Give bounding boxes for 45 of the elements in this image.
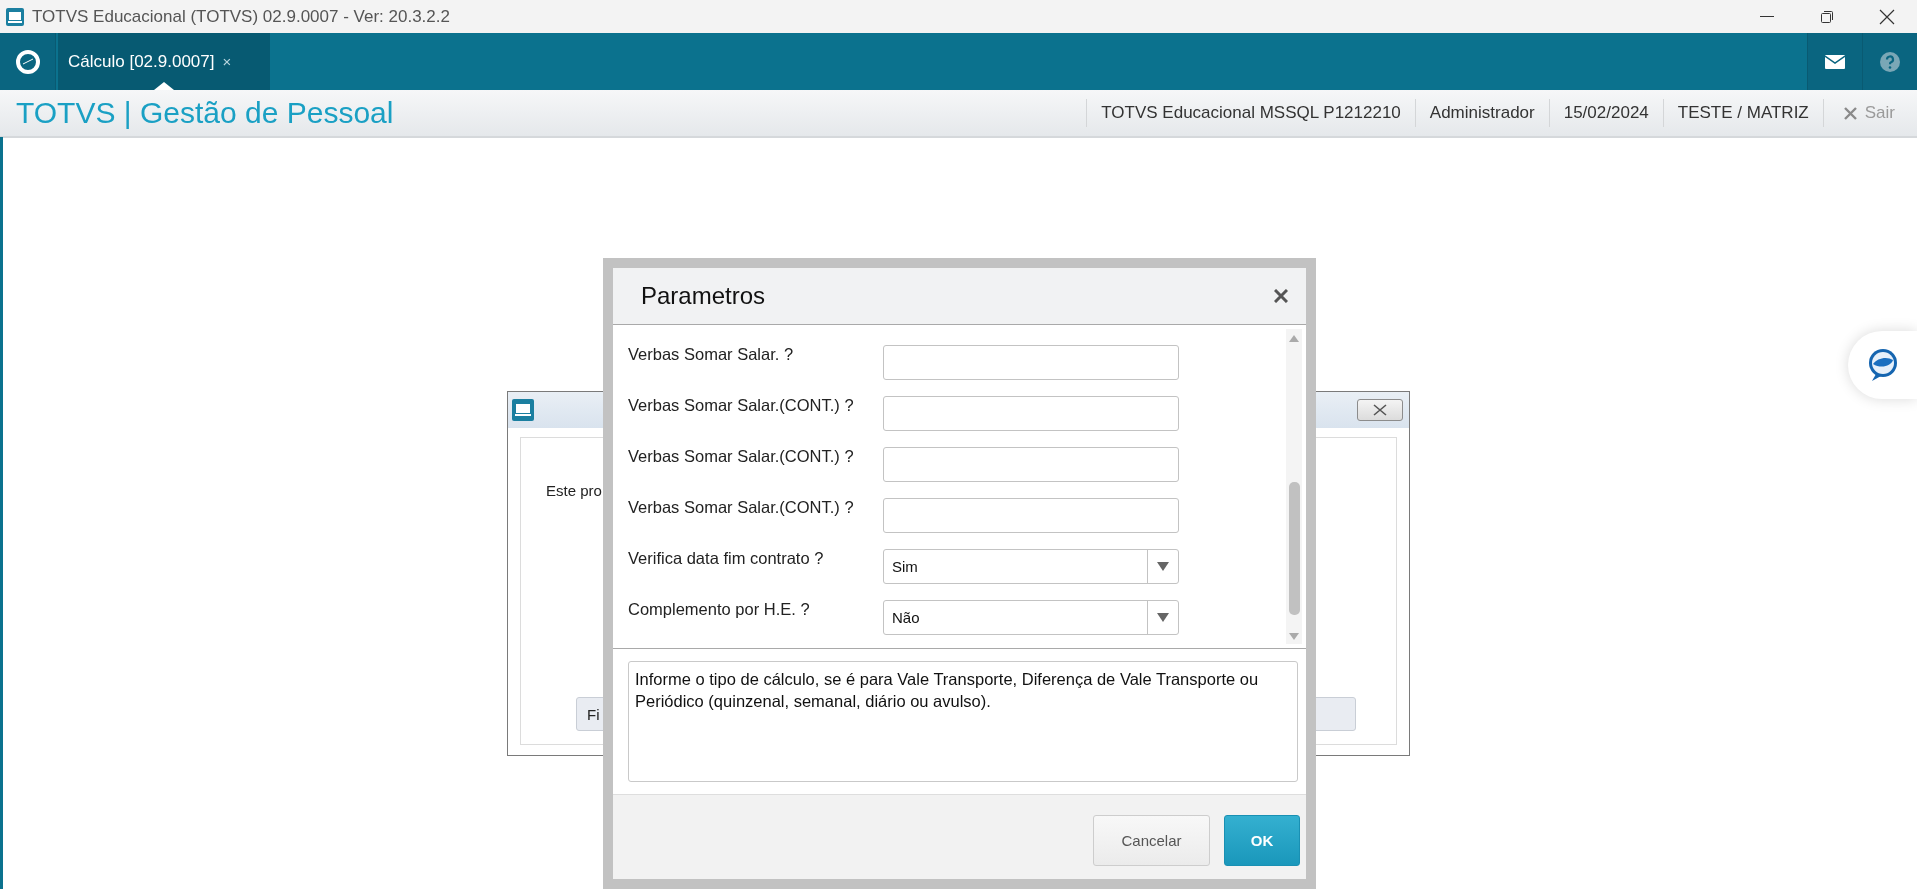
close-button[interactable] bbox=[1357, 399, 1403, 421]
dialog-title: Parametros bbox=[641, 282, 766, 310]
dialog-text: Este pro bbox=[546, 482, 602, 499]
mail-button[interactable] bbox=[1807, 33, 1862, 90]
field-label: Verbas Somar Salar. ? bbox=[628, 345, 795, 364]
laptop-icon bbox=[512, 399, 534, 421]
envelope-icon bbox=[1825, 54, 1845, 69]
close-icon bbox=[1843, 106, 1857, 120]
scroll-up-icon[interactable] bbox=[1289, 335, 1299, 342]
logo-button[interactable] bbox=[0, 33, 56, 90]
field-label: Verifica data fim contrato ? bbox=[628, 549, 825, 568]
window-title: TOTVS Educacional (TOTVS) 02.9.0007 - Ver: 20.3.2.2 bbox=[32, 6, 451, 27]
field-label: Verbas Somar Salar.(CONT.) ? bbox=[628, 498, 855, 517]
restore-icon bbox=[1820, 9, 1834, 24]
chat-bubble-icon bbox=[1866, 348, 1899, 382]
scrollbar[interactable] bbox=[1286, 329, 1302, 644]
logo-icon bbox=[15, 49, 40, 74]
header-info: 15/02/2024 bbox=[1548, 99, 1663, 127]
help-icon bbox=[1880, 51, 1900, 72]
close-icon bbox=[1879, 8, 1895, 25]
close-icon bbox=[1274, 289, 1288, 303]
scroll-down-icon[interactable] bbox=[1289, 633, 1299, 640]
header-info: TESTE / MATRIZ bbox=[1662, 99, 1823, 127]
caret-icon bbox=[1157, 562, 1169, 571]
header-info: Administrador bbox=[1414, 99, 1549, 127]
chat-button[interactable] bbox=[1848, 331, 1917, 399]
input-field[interactable] bbox=[883, 345, 1179, 380]
dropdown[interactable]: Não bbox=[883, 600, 1179, 635]
tab[interactable]: Cálculo [02.9.0007] × bbox=[58, 33, 270, 90]
close-icon bbox=[1373, 404, 1387, 416]
field-label: Complemento por H.E. ? bbox=[628, 600, 811, 619]
input-field[interactable] bbox=[883, 396, 1179, 431]
cancel-button[interactable]: Cancelar bbox=[1093, 815, 1210, 866]
close-button[interactable] bbox=[1274, 289, 1288, 303]
input-field[interactable] bbox=[883, 498, 1179, 533]
caret-icon bbox=[1157, 613, 1169, 622]
help-text: Informe o tipo de cálculo, se é para Vale Transporte, Diferença de Vale Transporte ou Periódico (quinzenal, semanal, diário ou avulso). bbox=[628, 661, 1298, 782]
field-label: Verbas Somar Salar.(CONT.) ? bbox=[628, 447, 855, 466]
header-info: TOTVS Educacional MSSQL P1212210 bbox=[1086, 99, 1415, 127]
minimize-icon bbox=[1760, 15, 1774, 18]
app-title: TOTVS | Gestão de Pessoal bbox=[15, 96, 395, 130]
input-field[interactable] bbox=[883, 447, 1179, 482]
laptop-icon bbox=[6, 7, 24, 26]
field-label: Verbas Somar Salar.(CONT.) ? bbox=[628, 396, 855, 415]
dropdown[interactable]: Sim bbox=[883, 549, 1179, 584]
